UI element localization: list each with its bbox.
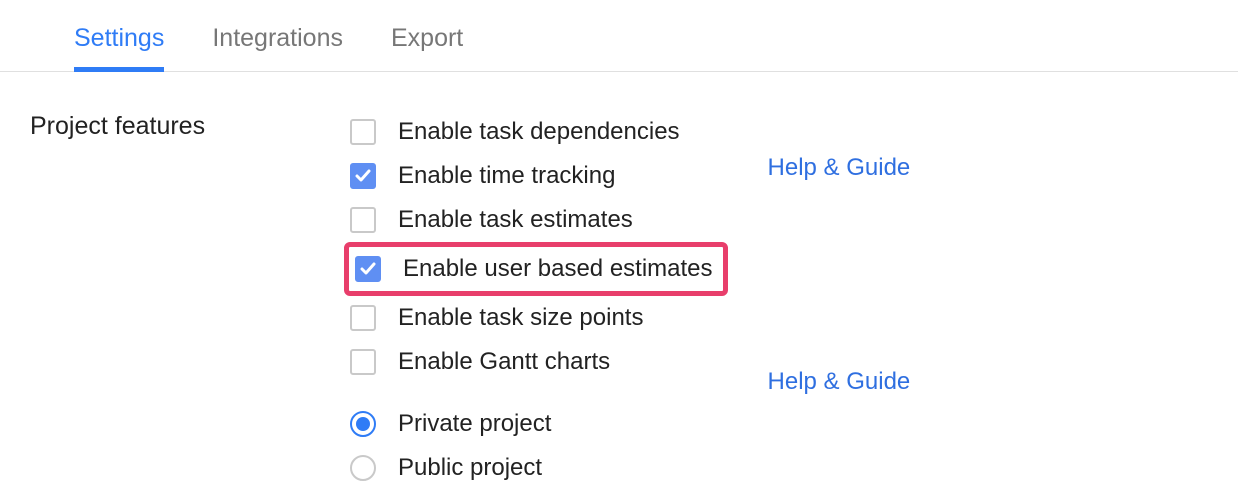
help-link-gantt[interactable]: Help & Guide xyxy=(768,368,911,396)
label-gantt: Enable Gantt charts xyxy=(398,348,610,376)
label-user-estimates: Enable user based estimates xyxy=(403,255,713,283)
visibility-row-private: Private project xyxy=(350,402,728,446)
radio-private[interactable] xyxy=(350,411,376,437)
help-link-dependencies[interactable]: Help & Guide xyxy=(768,154,911,182)
feature-row-time-tracking: Enable time tracking xyxy=(350,154,728,198)
feature-row-task-estimates: Enable task estimates xyxy=(350,198,728,242)
label-time-tracking: Enable time tracking xyxy=(398,162,615,190)
checkbox-time-tracking[interactable] xyxy=(350,163,376,189)
tab-export[interactable]: Export xyxy=(391,24,463,72)
tab-settings[interactable]: Settings xyxy=(74,24,164,72)
checkbox-user-estimates[interactable] xyxy=(355,256,381,282)
label-task-estimates: Enable task estimates xyxy=(398,206,633,234)
feature-row-user-estimates: Enable user based estimates xyxy=(344,242,728,296)
section-title: Project features xyxy=(30,110,350,490)
checkbox-size-points[interactable] xyxy=(350,305,376,331)
feature-row-size-points: Enable task size points xyxy=(350,296,728,340)
label-private: Private project xyxy=(398,410,551,438)
checkbox-task-estimates[interactable] xyxy=(350,207,376,233)
visibility-group: Private project Public project xyxy=(350,402,728,490)
label-dependencies: Enable task dependencies xyxy=(398,118,680,146)
label-public: Public project xyxy=(398,454,542,482)
visibility-row-public: Public project xyxy=(350,446,728,490)
content-area: Project features Enable task dependencie… xyxy=(0,72,1238,490)
tab-integrations[interactable]: Integrations xyxy=(212,24,343,72)
tabs-bar: Settings Integrations Export xyxy=(0,0,1238,72)
feature-row-gantt: Enable Gantt charts xyxy=(350,340,728,384)
check-icon xyxy=(355,168,371,184)
help-column: Help & Guide Help & Guide xyxy=(728,110,911,490)
feature-row-dependencies: Enable task dependencies xyxy=(350,110,728,154)
project-features-options: Enable task dependencies Enable time tra… xyxy=(350,110,728,490)
checkbox-dependencies[interactable] xyxy=(350,119,376,145)
label-size-points: Enable task size points xyxy=(398,304,643,332)
radio-public[interactable] xyxy=(350,455,376,481)
check-icon xyxy=(360,261,376,277)
checkbox-gantt[interactable] xyxy=(350,349,376,375)
